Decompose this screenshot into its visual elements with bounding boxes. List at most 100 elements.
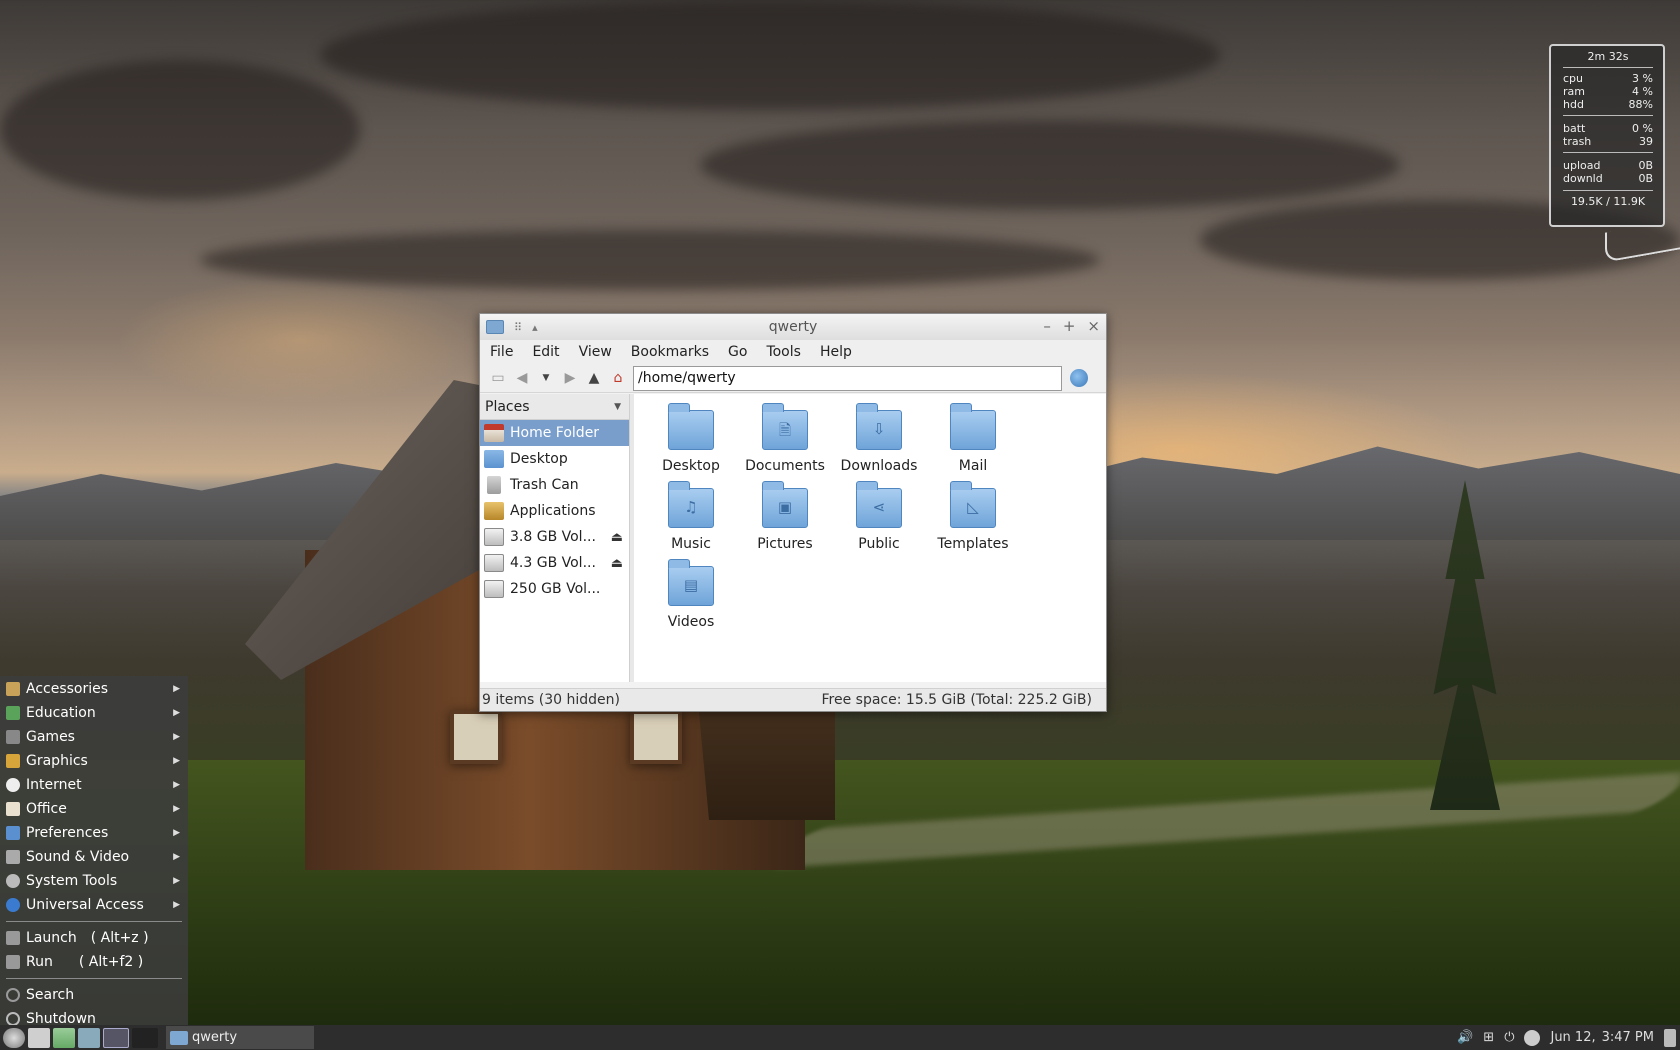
- taskbar: qwerty 🔊 ⊞ ⏻ Jun 12, 3:47 PM: [0, 1025, 1680, 1050]
- ram-row: ram 4 %: [1563, 85, 1653, 98]
- menu-bookmarks[interactable]: Bookmarks: [631, 344, 709, 360]
- toolbar: ▭ ◀ ▼ ▶ ▲ ⌂ /home/qwerty: [480, 364, 1106, 393]
- folder-item-templates[interactable]: ◺ Templates: [928, 481, 1018, 552]
- gear-icon: [6, 874, 20, 888]
- folder-item-downloads[interactable]: ⇩ Downloads: [834, 403, 924, 474]
- sound-video-icon: [6, 850, 20, 864]
- drive-icon: [484, 554, 504, 572]
- folder-item-mail[interactable]: Mail: [928, 403, 1018, 474]
- menu-sound-video[interactable]: Sound & Video ▶: [0, 845, 188, 869]
- place-volume-250gb[interactable]: 250 GB Vol...: [480, 576, 629, 602]
- menu-file[interactable]: File: [490, 344, 513, 360]
- folder-label: Public: [858, 536, 900, 552]
- clock-time[interactable]: 3:47 PM: [1602, 1030, 1654, 1045]
- new-tab-icon[interactable]: ▭: [486, 370, 510, 386]
- close-icon[interactable]: ×: [1087, 317, 1100, 335]
- window-switcher-icon[interactable]: [78, 1027, 100, 1048]
- menu-graphics[interactable]: Graphics ▶: [0, 749, 188, 773]
- menu-accessories[interactable]: Accessories ▶: [0, 677, 188, 701]
- menu-help[interactable]: Help: [820, 344, 852, 360]
- folder-item-pictures[interactable]: ▣ Pictures: [740, 481, 830, 552]
- upload-row: upload 0B: [1563, 159, 1653, 172]
- drive-icon: [484, 580, 504, 598]
- desktop-pager-icon[interactable]: [132, 1027, 158, 1048]
- start-menu: Accessories ▶ Education ▶ Games ▶ Graphics ▶…: [0, 676, 188, 1027]
- menu-launch[interactable]: Launch( Alt+z ): [0, 926, 188, 950]
- folder-icon: [170, 1030, 188, 1045]
- place-label: Home Folder: [510, 425, 600, 441]
- history-dropdown-icon[interactable]: ▼: [534, 373, 558, 383]
- folder-label: Mail: [958, 458, 988, 474]
- folder-icon[interactable]: [486, 320, 504, 334]
- place-volume-4-3gb[interactable]: 4.3 GB Vol... ⏏: [480, 550, 629, 576]
- network-totals: 19.5K / 11.9K: [1563, 190, 1653, 208]
- place-volume-3-8gb[interactable]: 3.8 GB Vol... ⏏: [480, 524, 629, 550]
- system-tray: 🔊 ⊞ ⏻ Jun 12, 3:47 PM: [1457, 1028, 1676, 1047]
- volume-icon[interactable]: 🔊: [1457, 1030, 1473, 1045]
- menu-run[interactable]: Run( Alt+f2 ): [0, 950, 188, 974]
- location-bar[interactable]: /home/qwerty: [633, 365, 1062, 391]
- eject-icon[interactable]: ⏏: [611, 556, 623, 571]
- up-icon[interactable]: ▲: [582, 370, 606, 386]
- taskbar-window-qwerty[interactable]: qwerty: [166, 1026, 314, 1049]
- menu-system-tools[interactable]: System Tools ▶: [0, 869, 188, 893]
- folder-label: Templates: [937, 536, 1009, 552]
- file-manager-launcher-icon[interactable]: [28, 1027, 50, 1048]
- minimize-icon[interactable]: –: [1043, 317, 1051, 335]
- folder-item-desktop[interactable]: Desktop: [646, 403, 736, 474]
- folder-item-documents[interactable]: 🗎 Documents: [740, 403, 830, 474]
- back-icon[interactable]: ◀: [510, 370, 534, 386]
- place-trash-can[interactable]: Trash Can: [480, 472, 629, 498]
- place-home-folder[interactable]: Home Folder: [480, 420, 629, 446]
- wallpaper-cloud: [0, 60, 360, 200]
- menu-preferences[interactable]: Preferences ▶: [0, 821, 188, 845]
- hdd-row: hdd 88%: [1563, 98, 1653, 111]
- home-icon[interactable]: ⌂: [606, 370, 630, 386]
- title-bar[interactable]: ⠿ ▴ qwerty – + ×: [480, 314, 1106, 340]
- folder-item-music[interactable]: ♫ Music: [646, 481, 736, 552]
- menu-go[interactable]: Go: [728, 344, 747, 360]
- clock-date[interactable]: Jun 12,: [1550, 1030, 1595, 1045]
- eject-icon[interactable]: ⏏: [611, 530, 623, 545]
- forward-icon[interactable]: ▶: [558, 370, 582, 386]
- place-applications[interactable]: Applications: [480, 498, 629, 524]
- content-area: Places ▼ Home Folder Desktop Trash Can A…: [480, 394, 1106, 682]
- accessories-icon: [6, 682, 20, 696]
- menu-internet[interactable]: Internet ▶: [0, 773, 188, 797]
- menu-bar: File Edit View Bookmarks Go Tools Help: [480, 340, 1106, 364]
- network-icon[interactable]: ⊞: [1483, 1030, 1494, 1045]
- file-manager-window[interactable]: ⠿ ▴ qwerty – + × File Edit View Bookmark…: [479, 313, 1107, 712]
- icon-view[interactable]: Desktop 🗎 Documents ⇩ Downloads Mail ♫ M…: [634, 394, 1106, 682]
- power-plug-icon[interactable]: ⏻: [1504, 1030, 1514, 1045]
- sticky-icon[interactable]: ⠿: [514, 321, 522, 334]
- go-icon[interactable]: [1070, 369, 1088, 387]
- home-icon: [484, 424, 504, 442]
- menu-office[interactable]: Office ▶: [0, 797, 188, 821]
- shade-icon[interactable]: ▴: [532, 321, 538, 334]
- updates-icon[interactable]: [1524, 1029, 1541, 1046]
- trash-icon[interactable]: [1664, 1028, 1676, 1047]
- place-desktop[interactable]: Desktop: [480, 446, 629, 472]
- folder-item-videos[interactable]: ▤ Videos: [646, 559, 736, 630]
- maximize-icon[interactable]: +: [1063, 317, 1076, 335]
- desktop-pager-icon[interactable]: [103, 1027, 129, 1048]
- trash-row: trash 39: [1563, 135, 1653, 148]
- chevron-down-icon[interactable]: ▼: [614, 402, 621, 412]
- menu-divider: [6, 978, 182, 979]
- menu-education[interactable]: Education ▶: [0, 701, 188, 725]
- wallpaper-cloud: [320, 0, 1220, 110]
- menu-games[interactable]: Games ▶: [0, 725, 188, 749]
- menu-universal-access[interactable]: Universal Access ▶: [0, 893, 188, 917]
- power-icon: [6, 1012, 20, 1026]
- videos-folder-icon: ▤: [668, 559, 714, 606]
- start-menu-button-icon[interactable]: [3, 1027, 25, 1048]
- menu-tools[interactable]: Tools: [766, 344, 801, 360]
- menu-search[interactable]: Search: [0, 983, 188, 1007]
- wallpaper-cloud: [700, 120, 1400, 210]
- folder-item-public[interactable]: ⋖ Public: [834, 481, 924, 552]
- places-selector[interactable]: Places ▼: [480, 394, 629, 420]
- menu-edit[interactable]: Edit: [532, 344, 559, 360]
- image-viewer-launcher-icon[interactable]: [53, 1027, 75, 1048]
- menu-view[interactable]: View: [579, 344, 612, 360]
- cpu-row: cpu 3 %: [1563, 72, 1653, 85]
